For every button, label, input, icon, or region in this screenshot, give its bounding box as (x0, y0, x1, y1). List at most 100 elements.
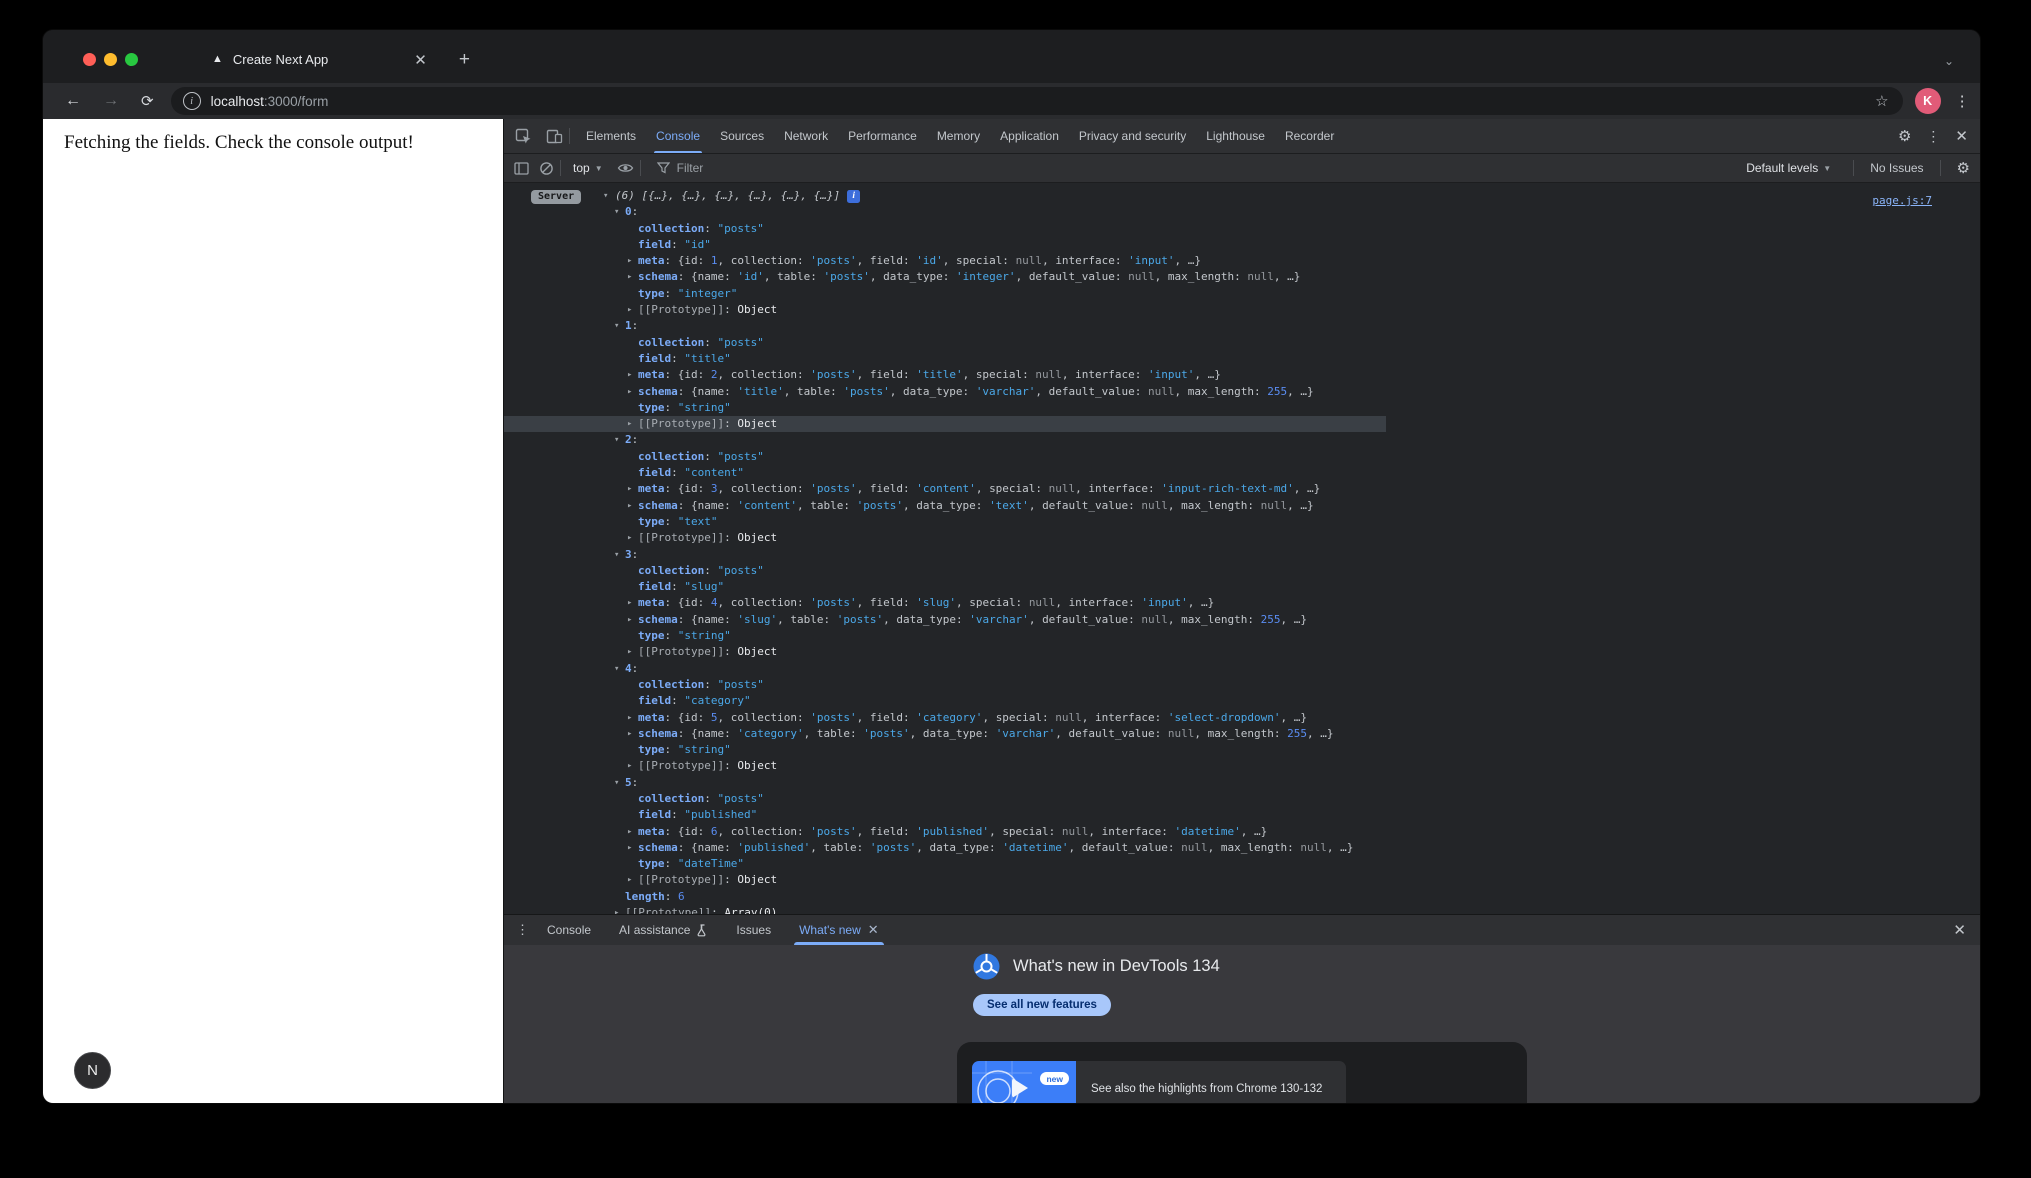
console-row: ▸meta: {id: 1, collection: 'posts', fiel… (504, 253, 1980, 269)
devtools-settings-icon[interactable]: ⚙ (1898, 129, 1911, 144)
drawer-tab-what-s-new[interactable]: What's new✕ (785, 915, 893, 945)
profile-avatar[interactable]: K (1915, 88, 1941, 114)
expand-triangle-icon[interactable]: ▸ (627, 644, 632, 660)
expand-triangle-icon[interactable]: ▸ (627, 612, 632, 628)
console-row: ▾0: (504, 204, 1980, 220)
devtools-menu-icon[interactable]: ⋮ (1926, 128, 1940, 145)
tab-recorder[interactable]: Recorder (1275, 119, 1344, 153)
device-toolbar-icon[interactable] (546, 129, 563, 144)
live-expression-eye-icon[interactable] (617, 162, 634, 174)
expand-triangle-icon[interactable]: ▸ (627, 595, 632, 611)
inspect-element-icon[interactable] (515, 128, 532, 145)
nextjs-favicon-icon: ▲ (212, 54, 223, 65)
drawer-close-icon[interactable]: ✕ (1953, 921, 1966, 939)
site-info-icon[interactable]: i (183, 92, 201, 110)
tab-elements[interactable]: Elements (576, 119, 646, 153)
bookmark-star-icon[interactable]: ☆ (1875, 92, 1888, 110)
expand-triangle-icon[interactable]: ▸ (614, 905, 619, 914)
expand-triangle-icon[interactable]: ▸ (627, 758, 632, 774)
filter-funnel-icon (657, 162, 670, 174)
log-levels-select[interactable]: Default levels▼ (1746, 161, 1831, 175)
reload-button[interactable]: ⟳ (141, 94, 154, 109)
expand-triangle-icon[interactable]: ▸ (627, 840, 632, 856)
console-row: ▸meta: {id: 5, collection: 'posts', fiel… (504, 710, 1980, 726)
see-all-features-button[interactable]: See all new features (973, 994, 1111, 1016)
console-row: ▾2: (504, 432, 1980, 448)
devtools-drawer: ⋮ ConsoleAI assistanceIssuesWhat's new✕ … (504, 914, 1980, 1103)
nextjs-devtools-button[interactable]: N (74, 1052, 111, 1089)
collapse-triangle-icon[interactable]: ▾ (614, 775, 619, 791)
clear-console-icon[interactable] (539, 161, 554, 176)
expand-triangle-icon[interactable]: ▸ (627, 710, 632, 726)
collapse-triangle-icon[interactable]: ▾ (614, 547, 619, 563)
console-row: collection: "posts" (504, 335, 1980, 351)
expand-triangle-icon[interactable]: ▸ (627, 824, 632, 840)
close-window-button[interactable] (83, 53, 96, 66)
separator (569, 128, 570, 144)
new-tab-button[interactable]: + (459, 49, 470, 71)
drawer-menu-icon[interactable]: ⋮ (516, 922, 529, 938)
expand-triangle-icon[interactable]: ▸ (627, 302, 632, 318)
browser-tab[interactable]: ▲ Create Next App ✕ + (212, 49, 470, 71)
expand-triangle-icon[interactable]: ▸ (627, 253, 632, 269)
tab-memory[interactable]: Memory (927, 119, 990, 153)
console-sidebar-icon[interactable] (514, 162, 529, 175)
console-row: ▸[[Prototype]]: Object (504, 302, 1980, 318)
drawer-tab-close-icon[interactable]: ✕ (868, 922, 879, 938)
console-row: ▸[[Prototype]]: Object (504, 416, 1980, 432)
forward-button[interactable]: → (103, 93, 119, 109)
desktop-background: ▲ Create Next App ✕ + ⌄ ← → ⟳ i localhos… (0, 0, 2031, 1178)
console-row: field: "slug" (504, 579, 1980, 595)
highlights-link[interactable]: new See also the highlights from Chrome … (972, 1061, 1346, 1103)
expand-triangle-icon[interactable]: ▸ (627, 498, 632, 514)
expand-triangle-icon[interactable]: ▸ (627, 872, 632, 888)
url-text: localhost:3000/form (211, 94, 329, 109)
drawer-tab-ai-assistance[interactable]: AI assistance (605, 915, 722, 945)
expand-triangle-icon[interactable]: ▸ (627, 367, 632, 383)
drawer-tab-issues[interactable]: Issues (722, 915, 785, 945)
beaker-icon (697, 924, 708, 937)
tab-application[interactable]: Application (990, 119, 1069, 153)
browser-menu-icon[interactable]: ⋮ (1955, 92, 1970, 110)
collapse-triangle-icon[interactable]: ▾ (614, 318, 619, 334)
devtools-logo-icon (973, 953, 1000, 980)
expand-triangle-icon[interactable]: ▸ (627, 384, 632, 400)
expand-triangle-icon[interactable]: ▸ (627, 530, 632, 546)
tab-network[interactable]: Network (774, 119, 838, 153)
collapse-triangle-icon[interactable]: ▾ (603, 188, 608, 204)
console-row: ▸meta: {id: 3, collection: 'posts', fiel… (504, 481, 1980, 497)
back-button[interactable]: ← (65, 93, 81, 109)
tab-console[interactable]: Console (646, 119, 710, 153)
tab-close-icon[interactable]: ✕ (414, 51, 427, 69)
devtools-close-icon[interactable]: ✕ (1955, 127, 1968, 145)
console-row: collection: "posts" (504, 563, 1980, 579)
highlights-text: See also the highlights from Chrome 130-… (1076, 1061, 1346, 1103)
expand-triangle-icon[interactable]: ▸ (627, 269, 632, 285)
console-info-icon[interactable]: i (847, 190, 860, 203)
tab-lighthouse[interactable]: Lighthouse (1196, 119, 1275, 153)
address-bar[interactable]: i localhost:3000/form ☆ (171, 87, 1903, 115)
console-row: ▾1: (504, 318, 1980, 334)
drawer-tab-console[interactable]: Console (533, 915, 605, 945)
tab-sources[interactable]: Sources (710, 119, 774, 153)
javascript-context-select[interactable]: top▼ (573, 161, 603, 175)
zoom-window-button[interactable] (125, 53, 138, 66)
tab-performance[interactable]: Performance (838, 119, 927, 153)
expand-triangle-icon[interactable]: ▸ (627, 416, 632, 432)
console-row: Server▾(6) [{…}, {…}, {…}, {…}, {…}, {…}… (504, 188, 1980, 204)
expand-triangle-icon[interactable]: ▸ (627, 481, 632, 497)
console-settings-icon[interactable]: ⚙ (1957, 161, 1970, 176)
collapse-triangle-icon[interactable]: ▾ (614, 204, 619, 220)
tab-search-chevron-icon[interactable]: ⌄ (1944, 54, 1954, 68)
expand-triangle-icon[interactable]: ▸ (627, 726, 632, 742)
console-row: type: "integer" (504, 286, 1980, 302)
whats-new-title: What's new in DevTools 134 (1013, 957, 1220, 976)
tab-privacy-and-security[interactable]: Privacy and security (1069, 119, 1196, 153)
browser-window: ▲ Create Next App ✕ + ⌄ ← → ⟳ i localhos… (43, 30, 1980, 1103)
collapse-triangle-icon[interactable]: ▾ (614, 661, 619, 677)
console-row: ▸schema: {name: 'content', table: 'posts… (504, 498, 1980, 514)
minimize-window-button[interactable] (104, 53, 117, 66)
collapse-triangle-icon[interactable]: ▾ (614, 432, 619, 448)
separator (560, 160, 561, 176)
issues-counter[interactable]: No Issues (1870, 161, 1923, 175)
